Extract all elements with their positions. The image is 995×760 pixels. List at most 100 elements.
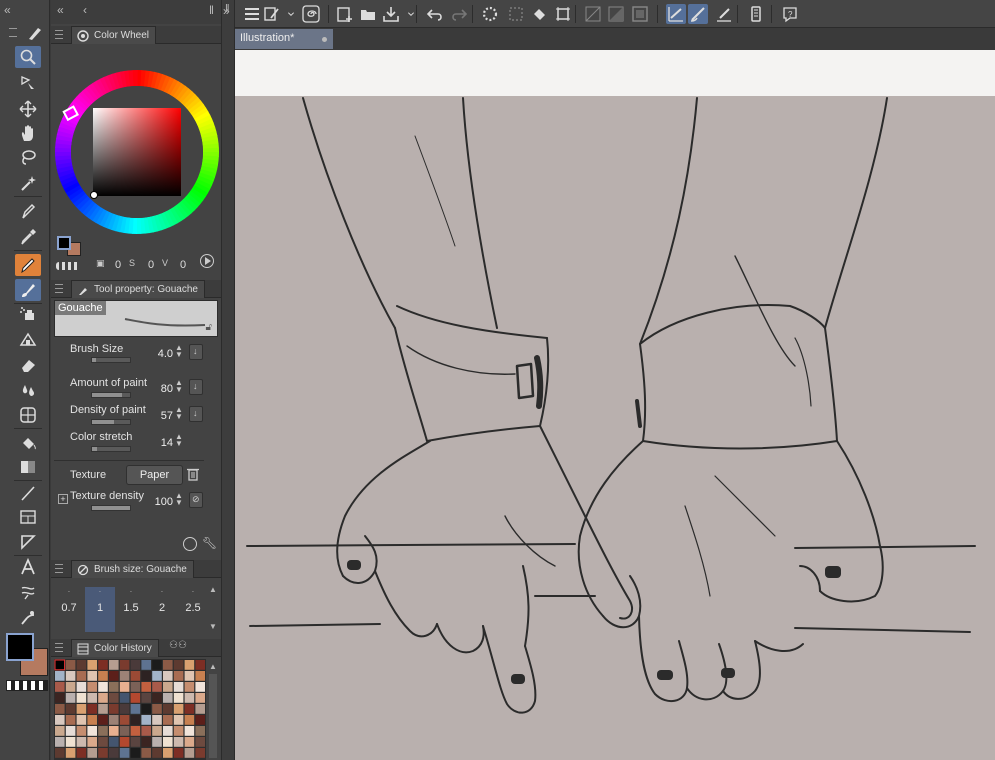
panel-menu-icon[interactable]: [9, 28, 17, 37]
history-swatch[interactable]: [195, 715, 205, 725]
history-swatch[interactable]: [184, 660, 195, 670]
fill-canvas-button[interactable]: [529, 4, 549, 24]
history-swatch[interactable]: [184, 704, 195, 714]
history-swatch[interactable]: [152, 748, 162, 758]
history-swatch[interactable]: [195, 682, 205, 692]
history-swatch[interactable]: [119, 704, 130, 714]
history-swatch[interactable]: [87, 671, 97, 681]
color-set-icon[interactable]: ⚇⚇: [169, 640, 187, 651]
history-swatch[interactable]: [55, 737, 65, 747]
density-of-paint-slider[interactable]: [91, 419, 131, 425]
history-swatch[interactable]: [65, 726, 76, 736]
frame-tool[interactable]: [15, 506, 41, 528]
history-swatch[interactable]: [141, 693, 151, 703]
history-swatch[interactable]: [141, 671, 151, 681]
brush-size-spinner-icon[interactable]: ▲ ▼: [175, 344, 183, 359]
collapse-panel-icon[interactable]: «: [4, 3, 11, 17]
history-swatch[interactable]: [87, 660, 97, 670]
history-swatch[interactable]: [163, 671, 173, 681]
color-stretch-value[interactable]: 14: [147, 437, 173, 449]
zoom-tool[interactable]: [15, 46, 41, 68]
history-swatch[interactable]: [76, 704, 87, 714]
history-swatch[interactable]: [184, 737, 195, 747]
history-swatch[interactable]: [195, 660, 205, 670]
history-swatch[interactable]: [119, 715, 130, 725]
stretch-spinner-icon[interactable]: ▲ ▼: [175, 433, 183, 448]
history-swatch[interactable]: [163, 693, 173, 703]
history-swatch[interactable]: [152, 660, 162, 670]
history-swatch[interactable]: [87, 693, 97, 703]
scroll-down-icon[interactable]: ▼: [209, 622, 217, 631]
brush-size-option[interactable]: · 1: [85, 587, 115, 632]
history-swatch[interactable]: [98, 704, 108, 714]
history-swatch[interactable]: [152, 704, 162, 714]
move-layer-tool[interactable]: [15, 98, 41, 120]
crop-selection-button[interactable]: [553, 4, 573, 24]
expand-plus-icon[interactable]: +: [58, 494, 68, 504]
history-swatch[interactable]: [87, 704, 97, 714]
trash-icon[interactable]: [187, 467, 199, 481]
history-swatch[interactable]: [163, 726, 173, 736]
history-swatch[interactable]: [130, 682, 141, 692]
menu-hamburger-button[interactable]: [242, 4, 262, 24]
history-swatch[interactable]: [65, 693, 76, 703]
history-swatch[interactable]: [130, 704, 141, 714]
history-swatch[interactable]: [130, 693, 141, 703]
open-folder-button[interactable]: [358, 4, 378, 24]
hand-tool[interactable]: [15, 122, 41, 144]
history-swatch[interactable]: [98, 682, 108, 692]
history-swatch[interactable]: [98, 715, 108, 725]
history-swatch[interactable]: [65, 704, 76, 714]
main-color-swatch[interactable]: [6, 633, 34, 661]
history-swatch[interactable]: [184, 748, 195, 758]
history-swatch[interactable]: [184, 715, 195, 725]
lasso-tool[interactable]: [15, 146, 41, 168]
snap-grid-button[interactable]: [630, 4, 650, 24]
texture-density-button[interactable]: ⊘: [189, 492, 203, 508]
operation-tool[interactable]: [15, 72, 41, 94]
redo-button[interactable]: [449, 4, 469, 24]
history-swatch[interactable]: [152, 726, 162, 736]
history-swatch[interactable]: [65, 737, 76, 747]
stabilize-pen-button[interactable]: [666, 4, 686, 24]
tab-tool-property[interactable]: Tool property: Gouache: [71, 280, 205, 298]
history-swatch[interactable]: [152, 671, 162, 681]
smartphone-button[interactable]: [746, 4, 766, 24]
undo-button[interactable]: [425, 4, 445, 24]
history-swatch[interactable]: [109, 671, 119, 681]
history-swatch[interactable]: [65, 660, 76, 670]
history-swatch[interactable]: [163, 660, 173, 670]
history-swatch[interactable]: [163, 682, 173, 692]
reset-clock-icon[interactable]: [183, 537, 197, 551]
history-swatch[interactable]: [141, 660, 151, 670]
history-swatch[interactable]: [141, 704, 151, 714]
history-swatch[interactable]: [141, 748, 151, 758]
history-swatch[interactable]: [141, 726, 151, 736]
history-swatch[interactable]: [55, 682, 65, 692]
back-chevron-icon[interactable]: ‹: [83, 3, 87, 17]
panel-menu-icon[interactable]: [55, 30, 63, 39]
history-swatch[interactable]: [109, 660, 119, 670]
history-swatch[interactable]: [109, 726, 119, 736]
history-swatch[interactable]: [152, 693, 162, 703]
history-swatch[interactable]: [65, 748, 76, 758]
gradient-tool[interactable]: [15, 456, 41, 478]
history-swatch[interactable]: [109, 748, 119, 758]
history-swatch[interactable]: [76, 715, 87, 725]
history-swatch[interactable]: [65, 715, 76, 725]
panel-menu-icon[interactable]: [55, 284, 63, 293]
color-stretch-slider[interactable]: [91, 446, 131, 452]
history-swatch[interactable]: [87, 737, 97, 747]
eraser-tool[interactable]: [15, 354, 41, 376]
transparent-color-swatch[interactable]: [6, 680, 48, 691]
history-swatch[interactable]: [109, 693, 119, 703]
history-swatch[interactable]: [87, 726, 97, 736]
history-swatch[interactable]: [173, 726, 184, 736]
history-swatch[interactable]: [98, 660, 108, 670]
canvas-paper[interactable]: [235, 96, 995, 760]
history-swatch[interactable]: [109, 715, 119, 725]
eyedropper-tool[interactable]: [15, 226, 41, 248]
tab-color-history[interactable]: Color History: [71, 639, 159, 657]
history-swatch[interactable]: [119, 682, 130, 692]
unsaved-dot-icon[interactable]: [322, 37, 327, 42]
